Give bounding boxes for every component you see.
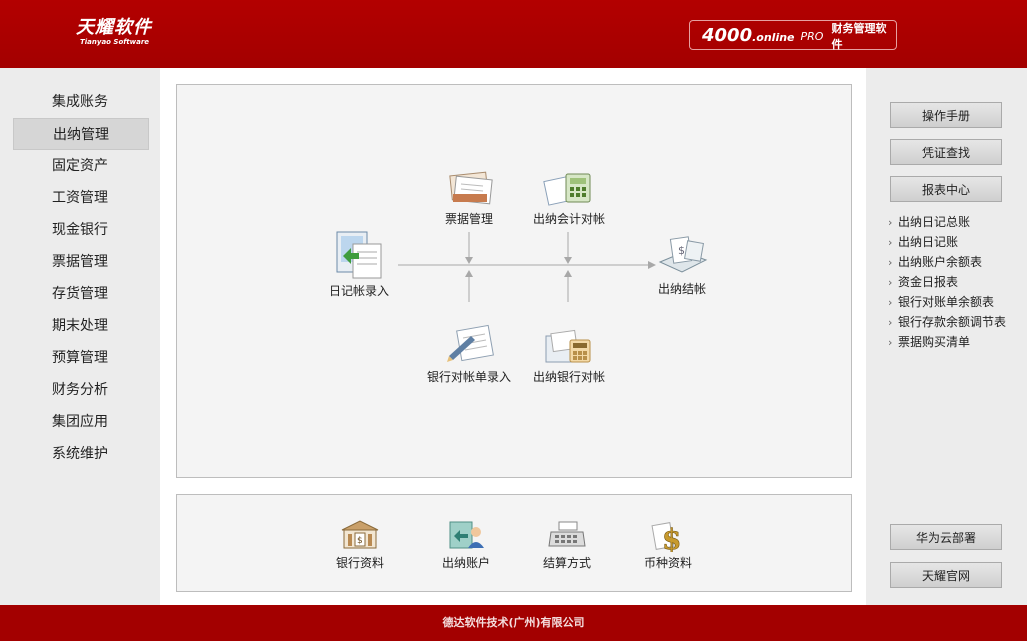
bill-management-node[interactable]: 票据管理 bbox=[434, 168, 504, 227]
huawei-cloud-button[interactable]: 华为云部署 bbox=[890, 524, 1002, 550]
report-link[interactable]: › 出纳日记总账 bbox=[888, 213, 970, 230]
diary-entry-node[interactable]: 日记帐录入 bbox=[324, 228, 394, 299]
closing-book-icon: $ bbox=[658, 236, 708, 273]
voucher-search-button[interactable]: 凭证查找 bbox=[890, 139, 1002, 165]
bank-building-icon: $ bbox=[341, 520, 379, 549]
svg-text:$: $ bbox=[662, 523, 681, 552]
chevron-right-icon: › bbox=[888, 216, 893, 229]
chevron-right-icon: › bbox=[888, 296, 893, 309]
cashier-accounting-reconcile-node[interactable]: 出纳会计对帐 bbox=[528, 168, 610, 227]
ledger-calculator-icon bbox=[543, 173, 591, 206]
report-link[interactable]: › 银行对账单余额表 bbox=[888, 293, 994, 310]
currency-data-node[interactable]: $ 币种资料 bbox=[638, 518, 698, 571]
report-link[interactable]: › 银行存款余额调节表 bbox=[888, 313, 1006, 330]
account-user-icon bbox=[449, 521, 484, 549]
report-link[interactable]: › 票据购买清单 bbox=[888, 333, 970, 350]
cashier-account-node[interactable]: 出纳账户 bbox=[436, 518, 496, 571]
bank-info-node[interactable]: $ 银行资料 bbox=[330, 518, 390, 571]
svg-text:$: $ bbox=[678, 244, 685, 257]
cashier-accounting-reconcile-label: 出纳会计对帐 bbox=[532, 212, 605, 226]
svg-text:$: $ bbox=[357, 536, 363, 546]
folder-calculator-icon bbox=[545, 329, 591, 363]
pen-document-icon bbox=[447, 324, 494, 362]
bank-statement-entry-node[interactable]: 银行对帐单录入 bbox=[421, 322, 517, 385]
bill-stack-icon bbox=[449, 171, 493, 205]
cashier-closing-node[interactable]: $ 出纳结帐 bbox=[650, 232, 714, 297]
report-link[interactable]: › 出纳账户余额表 bbox=[888, 253, 982, 270]
report-link[interactable]: › 出纳日记账 bbox=[888, 233, 958, 250]
official-site-button[interactable]: 天耀官网 bbox=[890, 562, 1002, 588]
cashier-account-label: 出纳账户 bbox=[441, 556, 490, 570]
settlement-method-label: 结算方式 bbox=[542, 556, 591, 570]
bank-info-label: 银行资料 bbox=[335, 556, 384, 570]
diary-entry-label: 日记帐录入 bbox=[328, 284, 389, 298]
settlement-method-node[interactable]: 结算方式 bbox=[537, 518, 597, 571]
bank-statement-entry-label: 银行对帐单录入 bbox=[426, 370, 511, 384]
dollar-sign-icon: $ bbox=[651, 522, 682, 552]
cashier-closing-label: 出纳结帐 bbox=[657, 282, 706, 296]
computer-doc-icon bbox=[336, 231, 382, 279]
cashier-bank-reconcile-node[interactable]: 出纳银行对帐 bbox=[528, 322, 610, 385]
footer-company: 德达软件技术(广州)有限公司 bbox=[0, 605, 1027, 641]
report-center-button[interactable]: 报表中心 bbox=[890, 176, 1002, 202]
chevron-right-icon: › bbox=[888, 316, 893, 329]
cash-register-icon bbox=[548, 521, 586, 547]
bill-management-label: 票据管理 bbox=[444, 212, 493, 226]
manual-button[interactable]: 操作手册 bbox=[890, 102, 1002, 128]
currency-data-label: 币种资料 bbox=[643, 556, 692, 570]
chevron-right-icon: › bbox=[888, 236, 893, 249]
chevron-right-icon: › bbox=[888, 336, 893, 349]
chevron-right-icon: › bbox=[888, 276, 893, 289]
cashier-bank-reconcile-label: 出纳银行对帐 bbox=[532, 370, 605, 384]
chevron-right-icon: › bbox=[888, 256, 893, 269]
report-link[interactable]: › 资金日报表 bbox=[888, 273, 958, 290]
